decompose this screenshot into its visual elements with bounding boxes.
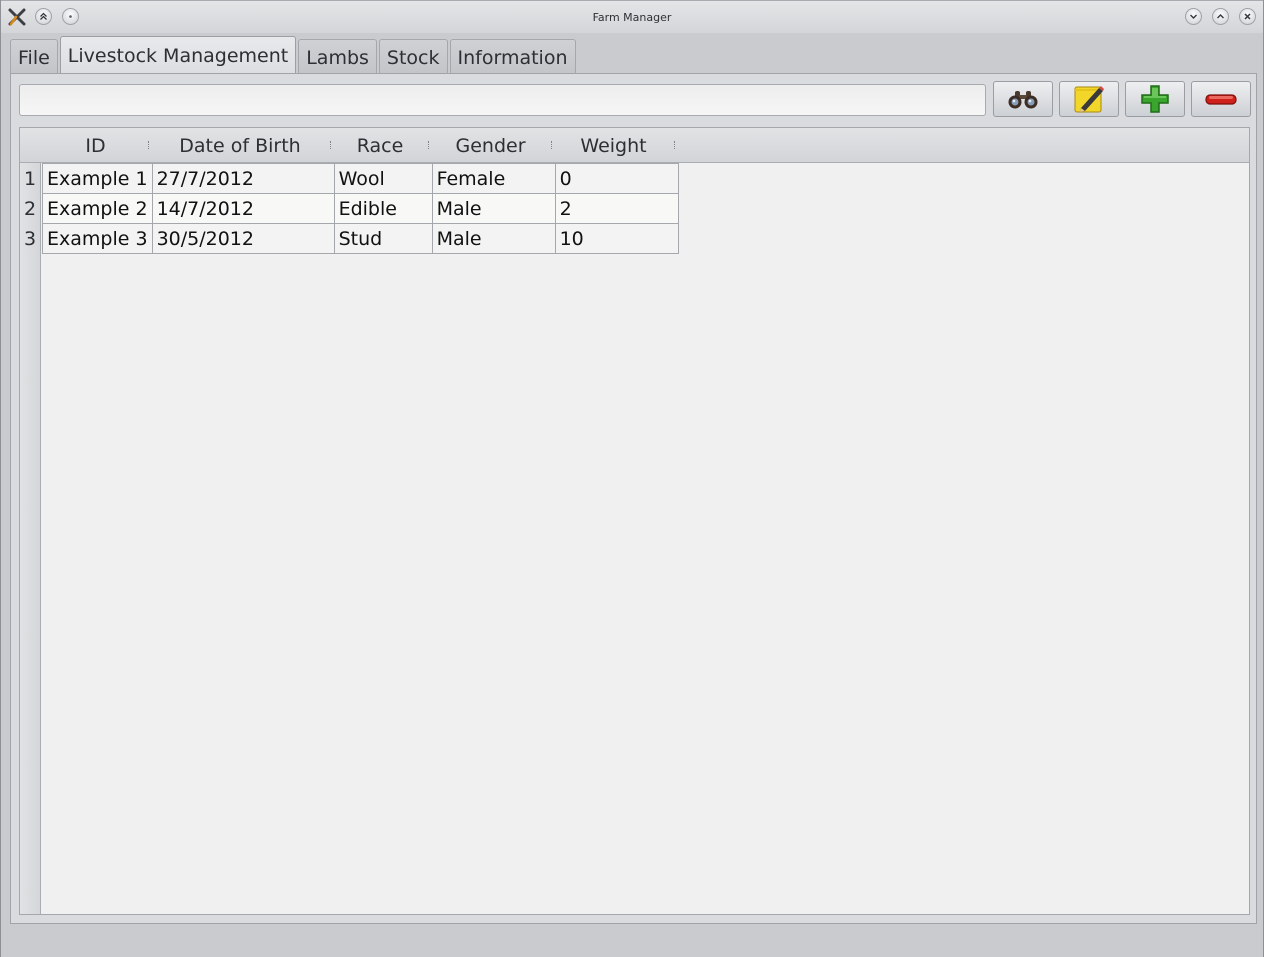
cell-weight[interactable]: 2	[554, 193, 679, 224]
table-row[interactable]: Example 2 14/7/2012 Edible Male 2	[42, 193, 679, 224]
column-header-weight[interactable]: Weight	[552, 128, 675, 163]
column-header-date-of-birth[interactable]: Date of Birth	[149, 128, 331, 163]
row-number[interactable]: 2	[20, 194, 40, 224]
edit-button[interactable]	[1059, 81, 1119, 117]
table-header: ID Date of Birth Race Gender Weight	[20, 128, 1249, 163]
close-icon	[1244, 13, 1251, 20]
tab-lambs[interactable]: Lambs	[298, 39, 377, 75]
remove-button[interactable]	[1191, 81, 1251, 117]
window-title: Farm Manager	[592, 11, 672, 24]
column-resize-handle[interactable]	[674, 141, 675, 149]
column-header-race[interactable]: Race	[331, 128, 429, 163]
tab-bar: File Livestock Management Lambs Stock In…	[10, 36, 578, 75]
title-bar[interactable]: Farm Manager	[1, 0, 1263, 33]
cell-race[interactable]: Edible	[333, 193, 433, 224]
search-button[interactable]	[993, 81, 1053, 117]
cell-gender[interactable]: Male	[431, 193, 556, 224]
tab-livestock-management[interactable]: Livestock Management	[59, 36, 297, 74]
row-number[interactable]: 1	[20, 164, 40, 194]
binoculars-icon	[1008, 91, 1038, 109]
tab-panel: ID Date of Birth Race Gender Weight 1 2 …	[10, 73, 1257, 924]
cell-id[interactable]: Example 1	[42, 163, 153, 194]
cell-race[interactable]: Wool	[333, 163, 433, 194]
table-row[interactable]: Example 1 27/7/2012 Wool Female 0	[42, 163, 679, 194]
cell-date-of-birth[interactable]: 27/7/2012	[151, 163, 335, 194]
cell-gender[interactable]: Male	[431, 223, 556, 254]
column-header-gender[interactable]: Gender	[429, 128, 552, 163]
column-header-id[interactable]: ID	[42, 128, 149, 163]
cell-date-of-birth[interactable]: 14/7/2012	[151, 193, 335, 224]
pencil-notepad-icon	[1074, 86, 1104, 113]
cell-weight[interactable]: 0	[554, 163, 679, 194]
tab-information[interactable]: Information	[449, 39, 576, 75]
cell-date-of-birth[interactable]: 30/5/2012	[151, 223, 335, 254]
row-number[interactable]: 3	[20, 224, 40, 254]
cell-id[interactable]: Example 3	[42, 223, 153, 254]
cell-race[interactable]: Stud	[333, 223, 433, 254]
data-grid: Example 1 27/7/2012 Wool Female 0 Exampl…	[42, 163, 679, 254]
livestock-table[interactable]: ID Date of Birth Race Gender Weight 1 2 …	[19, 127, 1250, 915]
app-window: Farm Manager File Livestock Management L…	[0, 0, 1264, 957]
status-bar	[1, 926, 1263, 957]
row-header: 1 2 3	[20, 163, 41, 914]
search-input[interactable]	[19, 84, 986, 116]
tab-stock[interactable]: Stock	[378, 39, 448, 75]
chevron-down-icon	[1190, 14, 1197, 19]
cell-id[interactable]: Example 2	[42, 193, 153, 224]
tab-file[interactable]: File	[10, 39, 58, 75]
table-row[interactable]: Example 3 30/5/2012 Stud Male 10	[42, 223, 679, 254]
maximize-button[interactable]	[1212, 8, 1229, 25]
red-minus-icon	[1205, 94, 1237, 105]
add-button[interactable]	[1125, 81, 1185, 117]
cell-gender[interactable]: Female	[431, 163, 556, 194]
cell-weight[interactable]: 10	[554, 223, 679, 254]
close-button[interactable]	[1239, 8, 1256, 25]
chevron-up-icon	[1217, 14, 1224, 19]
green-plus-icon	[1141, 85, 1169, 113]
minimize-button[interactable]	[1185, 8, 1202, 25]
